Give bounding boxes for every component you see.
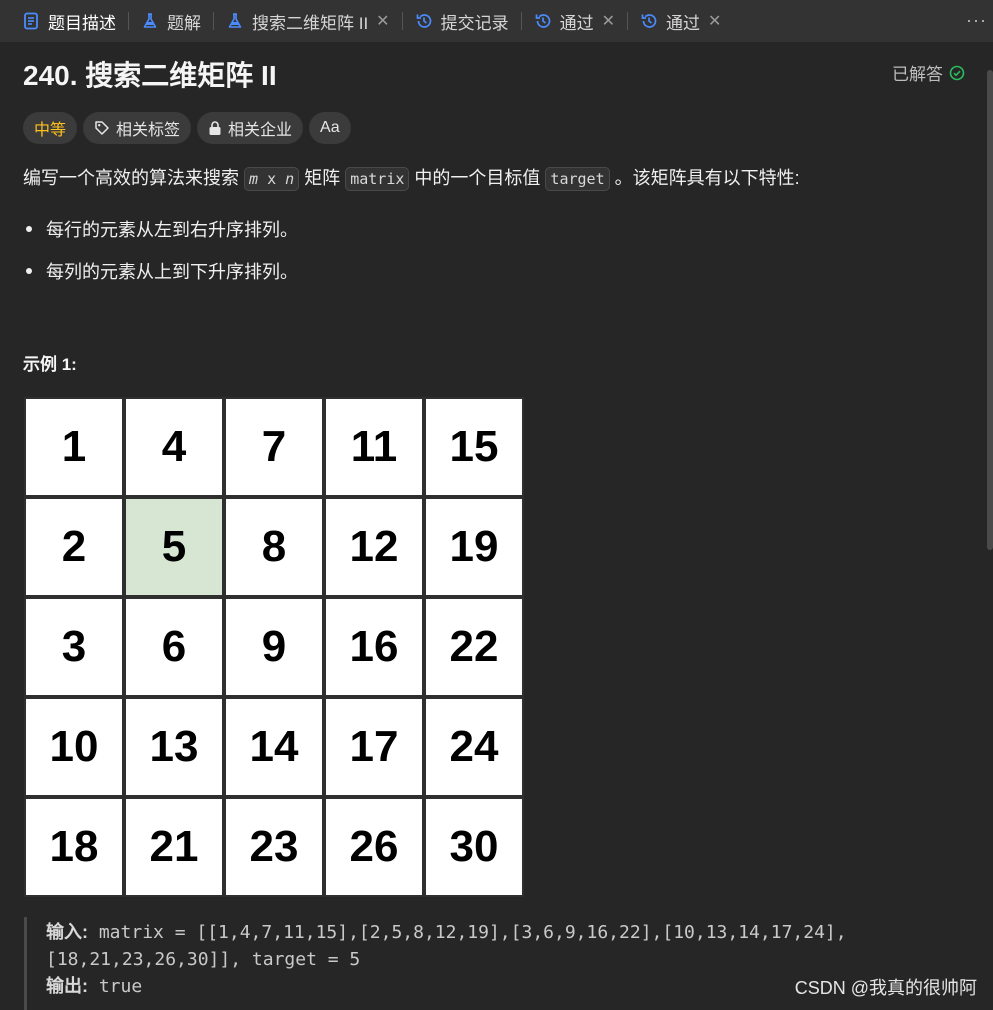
matrix-cell: 8	[224, 497, 324, 597]
matrix-cell: 3	[24, 597, 124, 697]
tab-label: 搜索二维矩阵 II	[252, 13, 369, 33]
tab-divider	[128, 12, 129, 30]
lock-icon	[208, 120, 222, 136]
problem-description: 编写一个高效的算法来搜索 m x n 矩阵 matrix 中的一个目标值 tar…	[23, 162, 963, 195]
page-title: 240. 搜索二维矩阵 II	[23, 60, 277, 91]
inline-code: matrix	[345, 167, 410, 191]
matrix-cell: 17	[324, 697, 424, 797]
scrollbar[interactable]	[987, 70, 993, 550]
matrix-cell: 26	[324, 797, 424, 897]
matrix-cell: 5	[124, 497, 224, 597]
doc-icon	[22, 12, 40, 30]
inline-code: m x n	[244, 167, 300, 191]
matrix-cell: 18	[24, 797, 124, 897]
tab-submissions[interactable]: 提交记录	[409, 0, 515, 42]
tab-description[interactable]: 题目描述	[0, 0, 122, 42]
matrix-cell: 16	[324, 597, 424, 697]
history-icon	[640, 12, 658, 30]
bullet-dot	[26, 268, 32, 274]
matrix-cell: 7	[224, 397, 324, 497]
solved-status: 已解答	[892, 60, 965, 85]
tab-divider	[213, 12, 214, 30]
matrix-cell: 22	[424, 597, 524, 697]
related-tags-button[interactable]: 相关标签	[83, 112, 192, 144]
tab-divider	[520, 12, 522, 30]
list-item-text: 每行的元素从左到右升序排列。	[46, 220, 298, 240]
tab-accepted-1[interactable]: 通过 ✕	[528, 0, 621, 42]
tag-row: 中等 相关标签 相关企业 Aa	[23, 112, 351, 144]
desc-text: 。该矩阵具有以下特性:	[614, 168, 800, 188]
matrix-cell: 21	[124, 797, 224, 897]
matrix-cell: 30	[424, 797, 524, 897]
tab-label: 题目描述	[48, 13, 116, 33]
matrix-cell: 10	[24, 697, 124, 797]
matrix-cell: 19	[424, 497, 524, 597]
matrix-cell: 23	[224, 797, 324, 897]
list-item: 每列的元素从上到下升序排列。	[23, 250, 298, 292]
related-companies-label: 相关企业	[228, 122, 293, 139]
watermark: CSDN @我真的很帅阿	[794, 978, 977, 998]
solved-label: 已解答	[892, 65, 943, 84]
matrix-cell: 12	[324, 497, 424, 597]
history-icon	[534, 12, 552, 30]
tab-label: 通过	[665, 13, 700, 33]
close-icon[interactable]: ✕	[376, 11, 389, 31]
matrix-cell: 9	[224, 597, 324, 697]
example-matrix-image: 1 4 7 11 15 2 5 8 12 19 3 6 9 16 22 10 13 14 17 24 18 21 23 26 3…	[24, 397, 524, 897]
matrix-cell: 24	[424, 697, 524, 797]
flask-icon	[226, 12, 244, 30]
flask-icon	[141, 12, 159, 30]
tab-divider	[401, 12, 403, 30]
desc-text: 中的一个目标值	[414, 168, 541, 188]
output-value: true	[98, 976, 143, 997]
more-options-icon[interactable]: ···	[966, 10, 987, 31]
output-label: 输出:	[46, 976, 88, 996]
tab-accepted-2[interactable]: 通过 ✕	[634, 0, 727, 42]
list-item-text: 每列的元素从上到下升序排列。	[46, 262, 298, 282]
bullet-dot	[26, 226, 32, 232]
tab-bar: 题目描述 题解 搜索二维矩阵 II ✕ 提交记录 通过 ✕ 通过 ✕ ···	[0, 0, 993, 42]
tab-label: 题解	[167, 13, 201, 33]
history-icon	[415, 12, 433, 30]
translate-icon: Aa	[320, 119, 340, 136]
related-tags-label: 相关标签	[116, 122, 181, 139]
input-value: matrix = [[1,4,7,11,15],[2,5,8,12,19],[3…	[98, 922, 847, 943]
tab-label: 提交记录	[440, 13, 509, 33]
translate-button[interactable]: Aa	[309, 112, 351, 144]
desc-text: 矩阵	[304, 168, 341, 188]
tab-label: 通过	[559, 13, 594, 33]
input-label: 输入:	[46, 922, 88, 942]
matrix-cell: 6	[124, 597, 224, 697]
input-line: 输入: matrix = [[1,4,7,11,15],[2,5,8,12,19…	[46, 919, 946, 946]
matrix-cell: 1	[24, 397, 124, 497]
matrix-cell: 13	[124, 697, 224, 797]
matrix-cell: 11	[324, 397, 424, 497]
matrix-cell: 2	[24, 497, 124, 597]
close-icon[interactable]: ✕	[708, 11, 721, 31]
tab-divider	[626, 12, 628, 30]
close-icon[interactable]: ✕	[602, 11, 615, 31]
related-companies-button[interactable]: 相关企业	[197, 112, 304, 144]
matrix-cell: 14	[224, 697, 324, 797]
matrix-cell: 15	[424, 397, 524, 497]
matrix-cell: 4	[124, 397, 224, 497]
tag-icon	[94, 120, 110, 136]
tab-solution-detail[interactable]: 搜索二维矩阵 II ✕	[220, 0, 396, 42]
property-list: 每行的元素从左到右升序排列。 每列的元素从上到下升序排列。	[23, 208, 298, 292]
tab-solutions[interactable]: 题解	[135, 0, 207, 42]
desc-text: 编写一个高效的算法来搜索	[23, 168, 239, 188]
difficulty-badge: 中等	[23, 112, 78, 144]
check-circle-icon	[949, 65, 965, 81]
list-item: 每行的元素从左到右升序排列。	[23, 208, 298, 250]
example-title: 示例 1:	[23, 355, 77, 374]
input-line-continued: [18,21,23,26,30]], target = 5	[46, 949, 361, 970]
inline-code: target	[545, 167, 610, 191]
